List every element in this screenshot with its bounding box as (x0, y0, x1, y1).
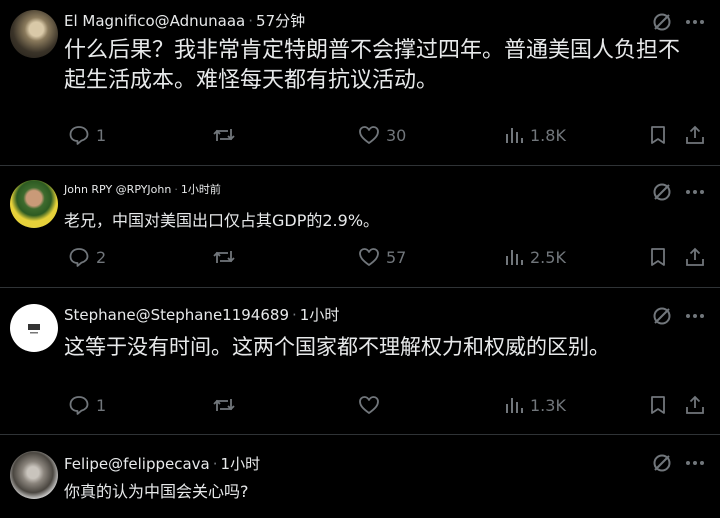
like-button[interactable]: 30 (358, 124, 406, 146)
views-button[interactable]: 2.5K (504, 246, 566, 268)
separator: · (248, 12, 254, 30)
share-icon (686, 395, 704, 414)
reply-count: 2 (96, 247, 107, 267)
post-text: 这等于没有时间。这两个国家都不理解权力和权威的区别。 (64, 335, 610, 359)
post-header: John RPY @RPYJohn · 1小时前 (64, 181, 221, 197)
share-button[interactable] (684, 394, 706, 416)
author-handle[interactable]: @Adnunaaa (155, 12, 246, 30)
reply-button[interactable]: 1 (68, 124, 106, 146)
author-name[interactable]: John RPY (64, 183, 112, 196)
author-handle[interactable]: @RPYJohn (116, 183, 172, 196)
like-count: 57 (386, 247, 407, 267)
reply-count: 1 (96, 395, 107, 415)
grok-icon[interactable] (652, 12, 672, 36)
more-icon[interactable] (684, 453, 706, 477)
more-icon[interactable] (684, 182, 706, 206)
avatar[interactable] (10, 10, 58, 58)
bookmark-icon (651, 248, 665, 266)
action-bar: 2 57 2.5K (0, 246, 720, 274)
views-button[interactable]: 1.3K (504, 394, 566, 416)
post-time[interactable]: 1小时前 (181, 183, 221, 196)
avatar[interactable] (10, 304, 58, 352)
author-name[interactable]: Felipe (64, 455, 108, 473)
post-text: 什么后果？我非常肯定特朗普不会撑过四年。普通美国人负担不起生活成本。难怪每天都有… (64, 38, 681, 93)
author-name[interactable]: Stephane (64, 306, 136, 324)
bookmark-button[interactable] (648, 246, 668, 268)
repost-button[interactable] (212, 124, 242, 146)
repost-icon (213, 399, 235, 411)
separator: · (292, 306, 297, 324)
post-time[interactable]: 57分钟 (256, 12, 305, 30)
bookmark-icon (651, 396, 665, 414)
reply-button[interactable]: 1 (68, 394, 106, 416)
separator: · (212, 455, 218, 473)
grok-icon[interactable] (652, 182, 672, 206)
post-header: El Magnifico@Adnunaaa · 57分钟 (64, 10, 305, 31)
repost-icon (213, 251, 235, 263)
action-bar: 1 1.3K (0, 394, 720, 422)
views-icon (506, 128, 523, 143)
more-icon[interactable] (684, 12, 706, 36)
post-time[interactable]: 1小时 (221, 455, 261, 473)
views-icon (506, 398, 523, 413)
post-header: Stephane@Stephane1194689 · 1小时 (64, 304, 339, 325)
action-bar: 1 30 1.8K (0, 124, 720, 152)
reply-icon (69, 126, 89, 145)
views-count: 1.8K (530, 125, 566, 145)
like-button[interactable]: 57 (358, 246, 406, 268)
views-count: 1.3K (530, 395, 566, 415)
repost-button[interactable] (212, 394, 242, 416)
post-header: Felipe@felippecava · 1小时 (64, 453, 260, 474)
share-button[interactable] (684, 246, 706, 268)
views-count: 2.5K (530, 247, 566, 267)
post-4[interactable]: Felipe@felippecava · 1小时 你真的认为中国会关心吗? (0, 435, 720, 518)
grok-icon[interactable] (652, 453, 672, 477)
share-icon (686, 247, 704, 266)
repost-icon (213, 129, 235, 141)
like-count: 30 (386, 125, 407, 145)
separator: · (174, 183, 178, 196)
like-button[interactable] (358, 394, 386, 416)
reply-count: 1 (96, 125, 107, 145)
reply-icon (69, 248, 89, 267)
reply-icon (69, 396, 89, 415)
post-3[interactable]: Stephane@Stephane1194689 · 1小时 这等于没有时间。这两个… (0, 288, 720, 434)
like-icon (359, 396, 379, 414)
bookmark-icon (651, 126, 665, 144)
like-icon (359, 126, 379, 144)
bookmark-button[interactable] (648, 124, 668, 146)
like-icon (359, 248, 379, 266)
avatar[interactable] (10, 451, 58, 499)
avatar[interactable] (10, 180, 58, 228)
share-icon (686, 125, 704, 144)
post-2[interactable]: John RPY @RPYJohn · 1小时前 老兄，中国对美国出口仅占其GDP的… (0, 166, 720, 287)
post-1[interactable]: El Magnifico@Adnunaaa · 57分钟 什么后果？我非常肯定特朗普… (0, 0, 720, 165)
bookmark-button[interactable] (648, 394, 668, 416)
grok-icon[interactable] (652, 306, 672, 330)
post-time[interactable]: 1小时 (300, 306, 340, 324)
more-icon[interactable] (684, 306, 706, 330)
views-button[interactable]: 1.8K (504, 124, 566, 146)
post-text: 老兄，中国对美国出口仅占其GDP的2.9%。 (64, 211, 380, 230)
post-text: 你真的认为中国会关心吗? (64, 482, 249, 501)
repost-button[interactable] (212, 246, 242, 268)
reply-button[interactable]: 2 (68, 246, 106, 268)
author-name[interactable]: El Magnifico (64, 12, 155, 30)
share-button[interactable] (684, 124, 706, 146)
author-handle[interactable]: @felippecava (108, 455, 210, 473)
views-icon (506, 250, 523, 265)
author-handle[interactable]: @Stephane1194689 (136, 306, 289, 324)
